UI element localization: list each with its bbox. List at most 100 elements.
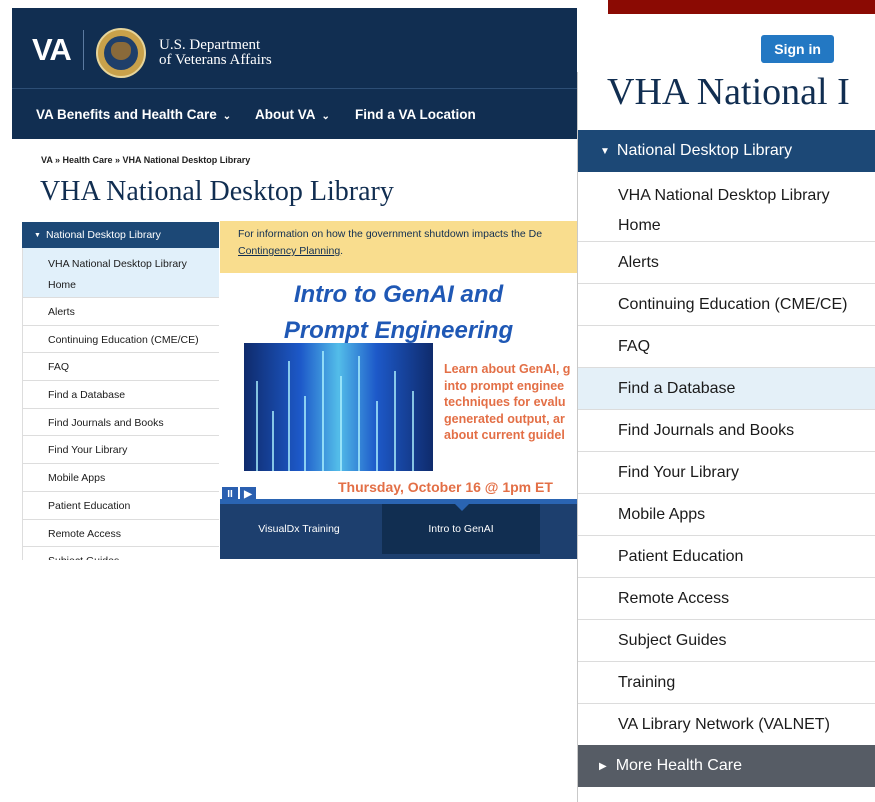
more-health-care-toggle[interactable]: ▶ More Health Care [578, 745, 875, 787]
va-seal-icon [96, 28, 146, 78]
sidenav-item-label: Find Your Library [48, 444, 128, 457]
caret-right-icon: ▶ [599, 760, 607, 772]
caret-down-icon: ▼ [34, 231, 41, 239]
sidenav-item-alerts[interactable]: Alerts [22, 298, 219, 326]
more-health-care-label: More Health Care [615, 757, 742, 774]
main-nav: VA Benefits and Health Care ⌄ About VA ⌄ F… [12, 88, 577, 139]
sidenav-item-remote-access[interactable]: Remote Access [578, 578, 875, 620]
sidenav-item-patient-education[interactable]: Patient Education [22, 491, 219, 520]
sidenav-item-home[interactable]: VHA National Desktop Library Home [578, 172, 875, 242]
carousel-desc-line: Learn about GenAI, g [444, 362, 571, 376]
sidenav-item-find-database[interactable]: Find a Database [22, 381, 219, 409]
carousel-image [244, 343, 433, 471]
search-link[interactable]: Search [593, 41, 654, 57]
sidenav-item-label: FAQ [618, 337, 651, 355]
sidenav-item-label: Subject Guides [618, 631, 727, 649]
site-header: VA U.S. Department of Veterans Affairs [12, 8, 577, 88]
chevron-down-icon: ⌄ [663, 43, 673, 56]
sidenav-item-patient-education[interactable]: Patient Education [578, 536, 875, 578]
carousel-tab-genai[interactable]: Intro to GenAI [382, 503, 540, 554]
sidenav-item-label: Alerts [48, 306, 75, 318]
nav-item-benefits[interactable]: VA Benefits and Health Care ⌄ [36, 107, 231, 122]
sidenav-item-label-line1: VHA National Desktop Library [48, 258, 187, 270]
sidenav-item-label: Find Journals and Books [618, 421, 795, 439]
sidenav-item-find-journals[interactable]: Find Journals and Books [22, 408, 219, 437]
sidenav-item-remote-access[interactable]: Remote Access [22, 519, 219, 548]
sidenav-item-mobile-apps[interactable]: Mobile Apps [22, 464, 219, 492]
sidenav-item-home[interactable]: VHA National Desktop Library Home [22, 248, 219, 298]
sign-in-button[interactable]: Sign in [761, 35, 834, 63]
zoomed-sidenav-screenshot: VHA National I ▼ National Desktop Library… [577, 72, 875, 802]
sidenav-item-continuing-education[interactable]: Continuing Education (CME/CE) [578, 284, 875, 326]
sidenav-header-label: National Desktop Library [616, 142, 793, 159]
sidenav-item-subject-guides[interactable]: Subject Guides [578, 620, 875, 662]
carousel-tabs: VisualDx Training Intro to GenAI [220, 499, 577, 559]
department-name-line1: U.S. Department [159, 37, 261, 53]
search-icon [593, 44, 603, 54]
shutdown-banner: For information on how the government sh… [220, 221, 577, 273]
chevron-down-icon: ⌄ [222, 111, 232, 122]
sidenav-item-valnet[interactable]: VA Library Network (VALNET) [578, 704, 875, 746]
sidenav-item-find-journals[interactable]: Find Journals and Books [578, 410, 875, 452]
sidenav-item-label: Find a Database [48, 389, 126, 402]
nav-item-find-location[interactable]: Find a VA Location [355, 107, 476, 122]
nav-item-label: Find a VA Location [355, 107, 476, 122]
carousel-date: Thursday, October 16 @ 1pm ET [338, 479, 553, 495]
contingency-planning-link[interactable]: Contingency Planning [238, 245, 340, 257]
sidenav-item-label: FAQ [48, 361, 70, 374]
sidenav-item-find-database[interactable]: Find a Database [578, 368, 875, 410]
carousel-desc-line: about current guidel [444, 428, 565, 442]
page-title: VHA National Desktop Library [40, 176, 394, 207]
sidenav: ▼ National Desktop Library VHA National D… [22, 222, 219, 560]
sidenav-item-mobile-apps[interactable]: Mobile Apps [578, 494, 875, 536]
page-title-zoomed: VHA National I [607, 72, 850, 113]
sidenav-item-label-line1: VHA National Desktop Library [618, 187, 830, 204]
sidenav-item-faq[interactable]: FAQ [578, 326, 875, 368]
sidenav-header[interactable]: ▼ National Desktop Library [578, 130, 875, 172]
carousel: Intro to GenAI and Prompt Engineering Le… [220, 273, 577, 560]
carousel-tab-label: VisualDx Training [258, 523, 340, 535]
chevron-down-icon: ⌄ [321, 111, 330, 122]
sidenav-item-label: VA Library Network (VALNET) [618, 715, 830, 733]
sidenav-item-label: Remote Access [618, 589, 730, 607]
nav-item-about[interactable]: About VA ⌄ [255, 107, 330, 122]
sidenav-item-label: VHA National Desktop Library Home [618, 181, 830, 241]
sidenav-item-label: Subject Guides [48, 555, 119, 560]
breadcrumb[interactable]: VA » Health Care » VHA National Desktop … [41, 155, 250, 165]
nav-item-label: About VA [255, 107, 316, 122]
sidenav-item-alerts[interactable]: Alerts [578, 242, 875, 284]
banner-text: For information on how the government sh… [238, 228, 543, 240]
header-actions: Search ⌄ Contact us Sign in [593, 34, 834, 64]
va-logo[interactable]: VA [32, 32, 72, 68]
nav-item-label: VA Benefits and Health Care [36, 107, 217, 122]
carousel-title: Intro to GenAI and Prompt Engineering [220, 277, 577, 349]
department-name: U.S. Department of Veterans Affairs [159, 38, 319, 68]
sidenav-item-training[interactable]: Training [578, 662, 875, 704]
sidenav-item-find-library[interactable]: Find Your Library [22, 436, 219, 465]
contact-link[interactable]: ⌄ Contact us [664, 41, 752, 57]
active-tab-notch [454, 503, 470, 511]
alert-strip [608, 0, 875, 14]
sidenav-item-label: Continuing Education (CME/CE) [618, 295, 848, 313]
department-name-line2: of Veterans Affairs [159, 52, 272, 68]
sidenav-item-label: Continuing Education (CME/CE) [48, 333, 199, 346]
sidenav-item-subject-guides[interactable]: Subject Guides [22, 547, 219, 560]
sidenav-item-label-line2: Home [618, 217, 661, 234]
sidenav-header[interactable]: ▼ National Desktop Library [22, 222, 219, 248]
sidenav-item-label: Find Your Library [618, 463, 739, 481]
carousel-desc-line: generated output, ar [444, 411, 565, 426]
sidenav-item-find-library[interactable]: Find Your Library [578, 452, 875, 494]
carousel-tab-label: Intro to GenAI [428, 523, 494, 535]
search-label: Search [607, 41, 654, 57]
sidenav-item-label: Patient Education [48, 499, 131, 512]
banner-link-suffix: . [340, 245, 344, 257]
va-page-screenshot: VA U.S. Department of Veterans Affairs V… [12, 8, 577, 560]
carousel-desc-line: techniques for evalu [444, 395, 566, 409]
sidenav-item-continuing-education[interactable]: Continuing Education (CME/CE) [22, 325, 219, 354]
sidenav-item-label: Find Journals and Books [48, 416, 164, 429]
sidenav-item-label: Training [618, 673, 676, 691]
sidenav-header-label: National Desktop Library [45, 229, 161, 241]
carousel-tab-visualdx[interactable]: VisualDx Training [220, 504, 378, 554]
sidenav-item-faq[interactable]: FAQ [22, 353, 219, 382]
sidenav-item-label: Patient Education [618, 547, 744, 565]
